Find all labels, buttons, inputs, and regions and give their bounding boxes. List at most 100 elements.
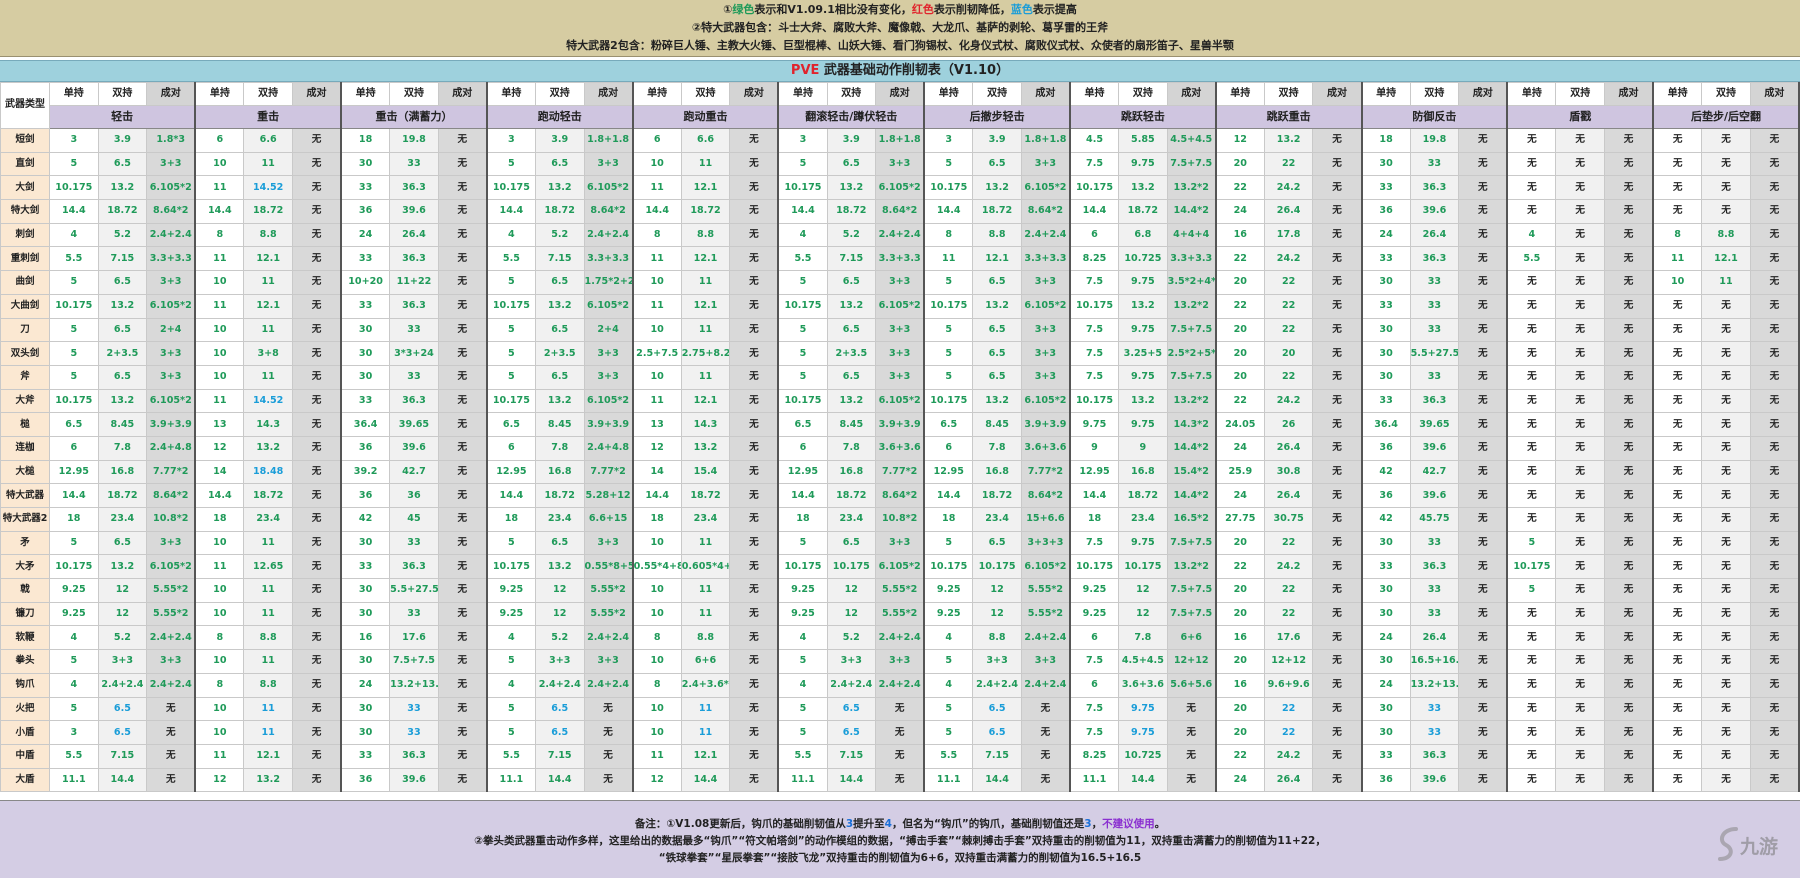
poise-value-cell: 无 <box>1312 530 1363 556</box>
poise-value-cell: 2.4+4.8 <box>146 435 197 461</box>
poise-value-cell: 无 <box>729 483 780 508</box>
poise-value-cell: 33 <box>389 601 439 627</box>
poise-value-cell: 无 <box>1749 459 1800 485</box>
poise-value-cell: 13.2 <box>826 293 877 319</box>
poise-value-cell: 6.5 <box>826 317 877 343</box>
poise-value-cell: 无 <box>1458 459 1509 485</box>
poise-value-cell: 无 <box>1312 175 1363 201</box>
poise-value-cell: 无 <box>437 625 488 651</box>
poise-value-cell: 7.15 <box>534 743 585 769</box>
poise-value-cell: 无 <box>1652 483 1703 508</box>
poise-value-cell: 无 <box>1652 649 1703 674</box>
poise-value-cell: 7.5+7.5 <box>1166 364 1217 390</box>
poise-value-cell: 2+3.5 <box>97 341 148 366</box>
two-hand-header: 双持 <box>97 82 148 106</box>
poise-value-cell: 5 <box>777 720 828 745</box>
poise-value-cell: 10 <box>632 720 682 745</box>
poise-value-cell: 11 <box>243 720 293 745</box>
jiuyou-watermark-logo: 九游 <box>1714 823 1778 863</box>
poise-value-cell: 无 <box>1652 151 1703 177</box>
poise-value-cell: 无 <box>437 293 488 319</box>
poise-value-cell: 10 <box>632 317 682 343</box>
poise-value-cell: 14.4 <box>632 199 682 224</box>
poise-value-cell: 24.2 <box>1263 246 1314 272</box>
poise-value-cell: 20 <box>1215 364 1265 390</box>
poise-value-cell: 26.4 <box>1263 435 1314 461</box>
paired-header: 成对 <box>146 82 197 106</box>
poise-value-cell: 11 <box>243 270 293 295</box>
poise-value-cell: 4 <box>777 222 828 248</box>
single-hand-header: 单持 <box>49 82 99 106</box>
poise-value-cell: 6.105*2 <box>146 293 197 319</box>
two-hand-header: 双持 <box>1263 82 1314 106</box>
poise-value-cell: 13.2 <box>1118 175 1168 201</box>
poise-value-cell: 24 <box>1361 625 1411 651</box>
poise-value-cell: 8.64*2 <box>875 483 926 508</box>
poise-value-cell: 5 <box>1506 530 1557 556</box>
poise-value-cell: 12 <box>1118 601 1168 627</box>
poise-value-cell: 5.55*2 <box>875 578 926 603</box>
table-row: 拳头 5 3+3 3+3 10 11 无 30 7.5+7.5 无 5 3+3 3+3 10 6+6 无 5 3+… <box>0 649 1800 674</box>
poise-value-cell: 无 <box>437 530 488 556</box>
paired-header: 成对 <box>291 82 343 106</box>
poise-value-cell: 6.105*2 <box>875 293 926 319</box>
poise-value-cell: 3+3 <box>875 151 926 177</box>
poise-value-cell: 14.4*2 <box>1166 435 1217 461</box>
table-row: 曲剑56.53+31011无10+2011+22无56.51.75*2+2.5*… <box>0 270 1800 295</box>
poise-value-cell: 18.72 <box>534 199 585 224</box>
poise-value-cell: 6.5 <box>97 317 148 343</box>
group-header-row: 轻击 重击 重击（满蓄力） 跑动轻击 跑动重击 翻滚轻击/蹲伏轻击 后撤步轻击 跳跃轻击 跳跃重… <box>1 105 1800 129</box>
poise-value-cell: 14.4 <box>777 483 828 508</box>
poise-value-cell: 无 <box>1555 578 1605 603</box>
poise-value-cell: 4.5+4.5 <box>1166 128 1217 153</box>
poise-value-cell: 3 <box>49 720 99 745</box>
poise-value-cell: 3.3+3.3 <box>583 246 634 272</box>
poise-value-cell: 14.4 <box>49 483 99 508</box>
poise-value-cell: 7.5+7.5 <box>1166 578 1217 603</box>
poise-value-cell: 10 <box>194 601 245 627</box>
poise-value-cell: 30 <box>340 720 391 745</box>
poise-value-cell: 无 <box>1458 435 1509 461</box>
poise-value-cell: 无 <box>1652 459 1703 485</box>
poise-value-cell: 无 <box>1749 720 1800 745</box>
table-row: 斧 5 6.5 3+3 10 11 无 30 33 无 5 6.5 3+3 10 11 无 5 6.5 3+3 5 6.… <box>0 364 1800 390</box>
poise-value-cell: 无 <box>1604 601 1655 627</box>
poise-value-cell: 3+3 <box>583 341 634 366</box>
poise-value-cell: 6.5 <box>97 530 148 556</box>
poise-value-cell: 16.5*2 <box>1166 507 1217 532</box>
poise-value-cell: 4 <box>777 625 828 651</box>
poise-value-cell: 33 <box>340 246 391 272</box>
poise-value-cell: 10.175 <box>49 175 99 201</box>
poise-value-cell: 无 <box>1166 743 1217 769</box>
poise-value-cell: 11 <box>243 601 293 627</box>
poise-value-cell: 3+3 <box>583 649 634 674</box>
poise-value-cell: 39.6 <box>1409 435 1460 461</box>
poise-value-cell: 13.2 <box>243 435 293 461</box>
poise-value-cell: 无 <box>1555 649 1605 674</box>
poise-value-cell: 14.4 <box>486 199 536 224</box>
poise-value-cell: 10.175 <box>49 554 99 580</box>
poise-value-cell: 无 <box>291 649 343 674</box>
poise-value-cell: 30 <box>1361 696 1411 722</box>
poise-value-cell: 6.105*2 <box>875 175 926 201</box>
weapon-type-name: 火把 <box>0 696 50 722</box>
poise-value-cell: 23.4 <box>1118 507 1168 532</box>
poise-value-cell: 33 <box>1409 317 1460 343</box>
poise-value-cell: 无 <box>291 435 343 461</box>
poise-value-cell: 2.4+4.8 <box>583 435 634 461</box>
poise-value-cell: 33 <box>389 696 439 722</box>
poise-value-cell: 10.8*2 <box>875 507 926 532</box>
poise-value-cell: 36.4 <box>1361 412 1411 437</box>
poise-value-cell: 无 <box>1555 317 1605 343</box>
poise-value-cell: 无 <box>729 151 780 177</box>
table-row: 短剑 3 3.9 1.8*3 6 6.6 无 18 19.8 无 3 3.9 1.8+1.8 6 6.6 无 3… <box>0 128 1800 153</box>
poise-value-cell: 3+3 <box>1020 270 1071 295</box>
poise-value-cell: 33 <box>389 530 439 556</box>
poise-value-cell: 10.175 <box>972 554 1022 580</box>
poise-value-cell: 6.5 <box>972 696 1022 722</box>
poise-value-cell: 2.4+2.4 <box>583 672 634 698</box>
poise-value-cell: 33 <box>1409 720 1460 745</box>
poise-value-cell: 0.605*4+9.68 <box>680 554 731 580</box>
poise-value-cell: 14.4 <box>923 199 974 224</box>
poise-value-cell: 5.5+27.5 <box>389 578 439 603</box>
